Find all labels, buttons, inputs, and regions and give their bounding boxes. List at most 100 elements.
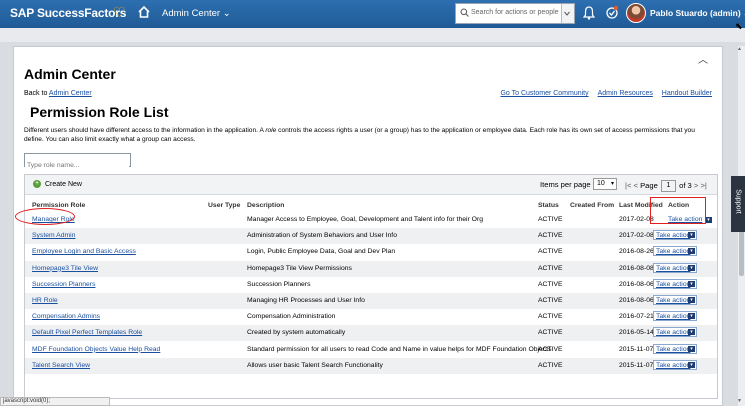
top-navigation-bar: SAP SuccessFactors ♡ Admin Center ⌄ Sear…: [0, 0, 745, 28]
support-tab[interactable]: Support: [731, 176, 745, 232]
last-page-icon[interactable]: >|: [700, 181, 706, 190]
role-name-input[interactable]: [25, 160, 129, 171]
role-last-modified: 2016-08-06: [619, 280, 654, 288]
action-dropdown-icon[interactable]: ▾: [688, 345, 695, 352]
take-action-link[interactable]: Take action: [656, 297, 690, 304]
take-action-dropdown[interactable]: Take action ▾: [653, 359, 697, 370]
action-dropdown-icon[interactable]: ▾: [688, 361, 695, 368]
role-name-link[interactable]: Succession Planners: [32, 281, 95, 288]
action-dropdown-icon[interactable]: ▾: [688, 297, 695, 303]
role-name-link[interactable]: Talent Search View: [32, 362, 90, 369]
take-action-link[interactable]: Take action: [656, 313, 690, 320]
breadcrumb: Back to Admin Center: [24, 90, 92, 97]
take-action-dropdown[interactable]: Take action ▾: [653, 278, 697, 289]
role-description: Compensation Administration: [247, 313, 336, 321]
user-menu[interactable]: Pablo Stuardo (admin) ⌄: [650, 8, 745, 19]
avatar[interactable]: [626, 3, 646, 23]
role-name-link[interactable]: Compensation Admins: [32, 313, 100, 320]
take-action-link[interactable]: Take action: [656, 346, 690, 353]
role-last-modified: 2016-08-06: [619, 297, 654, 304]
column-header-user-type[interactable]: User Type: [208, 202, 240, 209]
action-dropdown-icon[interactable]: ▾: [688, 248, 695, 255]
module-switcher[interactable]: Admin Center ⌄: [162, 8, 231, 19]
column-header-description[interactable]: Description: [247, 202, 284, 209]
action-dropdown-icon[interactable]: ▾: [705, 217, 712, 223]
back-to-admin-center-link[interactable]: Admin Center: [49, 90, 92, 97]
items-per-page-select[interactable]: 10 ▾: [593, 178, 617, 190]
take-action-link[interactable]: Take action: [656, 248, 690, 255]
role-filter[interactable]: [24, 153, 131, 171]
take-action-dropdown[interactable]: Take action ▾: [653, 246, 697, 257]
take-action-dropdown[interactable]: Take action ▾: [653, 230, 697, 241]
table-row: Employee Login and Basic Access Login, Pu…: [25, 244, 717, 260]
scroll-down-icon[interactable]: ▼: [737, 398, 742, 404]
role-last-modified: 2016-07-21: [619, 313, 654, 321]
role-description: Manager Access to Employee, Goal, Develo…: [247, 216, 484, 223]
take-action-link[interactable]: Take action: [656, 232, 690, 239]
search-box[interactable]: Search for actions or people: [455, 3, 575, 24]
search-dropdown-button[interactable]: [561, 4, 574, 23]
next-page-icon[interactable]: >: [694, 181, 698, 190]
search-icon: [460, 8, 469, 17]
take-action-dropdown[interactable]: Take action ▾: [653, 295, 697, 305]
role-name-link[interactable]: Default Pixel Perfect Templates Role: [32, 329, 142, 336]
take-action-dropdown[interactable]: Take action ▾: [653, 343, 697, 354]
scroll-up-icon[interactable]: ▲: [737, 46, 742, 52]
subheader-strip: [0, 28, 745, 42]
support-label: Support: [734, 189, 742, 214]
take-action-dropdown[interactable]: Take action ▾: [653, 262, 697, 273]
column-header-status[interactable]: Status: [538, 202, 559, 209]
role-last-modified: 2016-08-08: [619, 264, 654, 272]
action-dropdown-icon[interactable]: ▾: [688, 329, 695, 336]
role-name-link[interactable]: Homepage3 Tile View: [32, 265, 98, 272]
action-dropdown-icon[interactable]: ▾: [688, 232, 695, 239]
items-per-page-value: 10: [597, 180, 605, 187]
first-page-icon[interactable]: |<: [625, 181, 631, 190]
table-row: MDF Foundation Objects Value Help Read St…: [25, 342, 717, 358]
take-action-dropdown[interactable]: Take action ▾: [653, 327, 697, 338]
column-header-created-from[interactable]: Created From: [570, 202, 614, 209]
take-action-link[interactable]: Take action: [656, 329, 690, 336]
chevron-down-icon: ⌄: [222, 8, 231, 19]
bell-icon[interactable]: [583, 6, 595, 20]
role-description: Administration of System Behaviors and U…: [247, 232, 397, 240]
table-row: System Admin Administration of System Beh…: [25, 228, 717, 245]
role-status: ACTIVE: [538, 297, 563, 304]
prev-page-icon[interactable]: <: [634, 181, 638, 190]
role-description: Created by system automatically: [247, 329, 346, 337]
description-text: Different users should have different ac…: [24, 127, 266, 134]
action-dropdown-icon[interactable]: ▾: [688, 264, 695, 271]
admin-resources-link[interactable]: Admin Resources: [598, 90, 653, 97]
handout-builder-link[interactable]: Handout Builder: [662, 90, 712, 97]
home-icon[interactable]: [137, 5, 151, 19]
role-last-modified: 2016-05-14: [619, 329, 654, 337]
role-status: ACTIVE: [538, 232, 563, 240]
page-title: Admin Center: [24, 66, 116, 82]
page-number-input[interactable]: 1: [660, 180, 676, 192]
take-action-dropdown[interactable]: Take action ▾: [653, 311, 697, 322]
performance-icon[interactable]: [605, 5, 619, 21]
customer-community-link[interactable]: Go To Customer Community: [500, 90, 588, 97]
search-input[interactable]: Search for actions or people: [471, 9, 559, 16]
take-action-link[interactable]: Take action: [656, 281, 690, 288]
collapse-caret-icon[interactable]: ︿: [698, 51, 708, 66]
role-description: Allows user basic Talent Search Function…: [247, 361, 383, 369]
chevron-down-icon: ▾: [610, 181, 614, 187]
items-per-page-label: Items per page: [540, 180, 591, 189]
pagination: |< < Page 1 of 3 > >|: [625, 180, 707, 192]
role-name-link[interactable]: System Admin: [32, 232, 75, 239]
role-name-link[interactable]: HR Role: [32, 297, 58, 304]
create-new-button[interactable]: + Create New: [33, 180, 82, 188]
action-dropdown-icon[interactable]: ▾: [688, 313, 695, 320]
take-action-link[interactable]: Take action: [656, 362, 690, 369]
table-header: Permission Role User Type Description St…: [25, 195, 717, 211]
highlight-box: [650, 197, 706, 224]
action-dropdown-icon[interactable]: ▾: [688, 280, 695, 287]
role-last-modified: 2017-02-08: [619, 216, 654, 223]
role-name-link[interactable]: Employee Login and Basic Access: [32, 248, 136, 255]
chevron-down-icon: [564, 11, 570, 16]
role-status: ACTIVE: [538, 216, 563, 223]
role-name-link[interactable]: MDF Foundation Objects Value Help Read: [32, 346, 160, 353]
brand-logo[interactable]: SAP SuccessFactors: [10, 6, 126, 20]
take-action-link[interactable]: Take action: [656, 265, 690, 272]
